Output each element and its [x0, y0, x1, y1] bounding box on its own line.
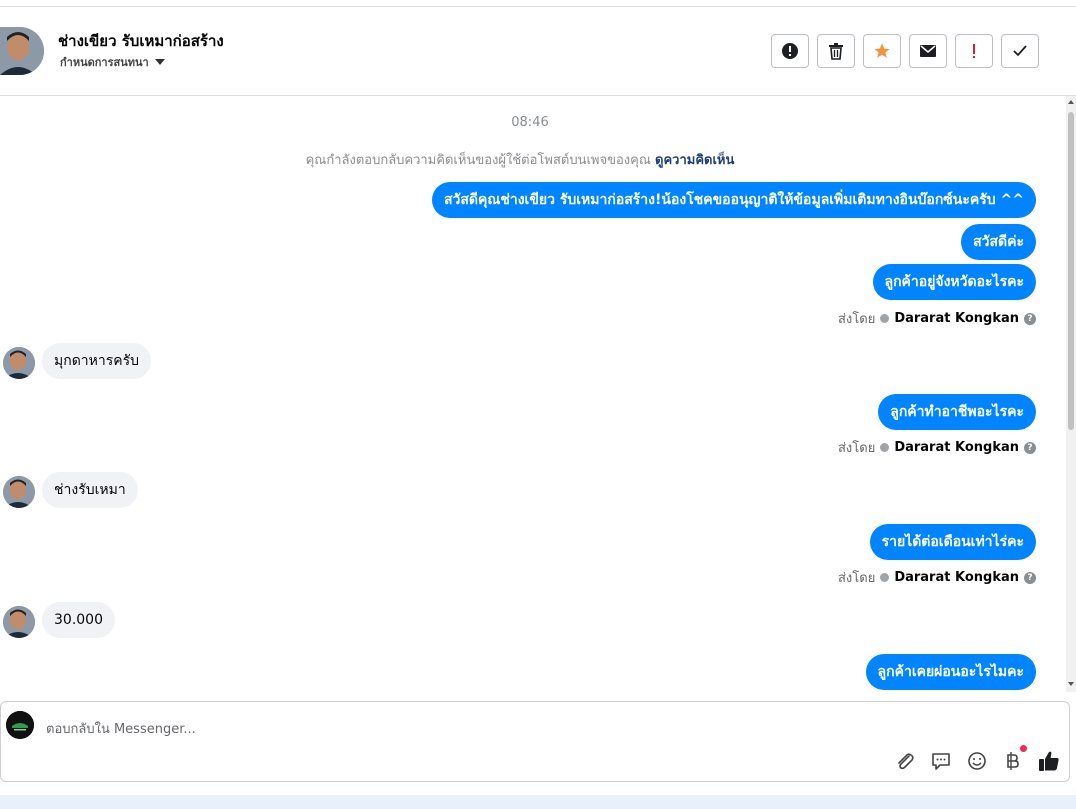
conversation-header: ช่างเขียว รับเหมาก่อสร้าง กำหนดการสนทนา — [0, 7, 1076, 96]
message-timestamp: 08:46 — [511, 115, 549, 130]
contact-avatar-small[interactable] — [3, 347, 35, 379]
help-icon[interactable]: ? — [1024, 312, 1036, 325]
sent-by-info: ส่งโดย Dararat Kongkan ? — [838, 437, 1036, 458]
mark-unread-button[interactable] — [909, 34, 947, 68]
chat-bubble-icon — [932, 753, 950, 770]
message-thread[interactable]: 08:46 คุณกำลังตอบกลับความคิดเห็นของผู้ใช… — [0, 96, 1066, 692]
reply-notice-text: คุณกำลังตอบกลับความคิดเห็นของผู้ใช้ต่อโพ… — [305, 153, 651, 168]
exclamation-icon — [973, 44, 975, 58]
gear-icon — [880, 314, 890, 323]
trash-icon — [829, 43, 843, 60]
bottom-strip — [0, 795, 1076, 809]
star-button[interactable] — [863, 34, 901, 68]
delete-button[interactable] — [817, 34, 855, 68]
spam-button[interactable] — [955, 34, 993, 68]
saved-replies-button[interactable] — [930, 750, 952, 772]
help-icon[interactable]: ? — [1024, 441, 1036, 454]
scroll-down-icon[interactable] — [1068, 682, 1074, 686]
header-actions — [771, 34, 1039, 68]
conversation-settings-dropdown[interactable]: กำหนดการสนทนา — [60, 53, 165, 71]
gear-icon — [880, 573, 890, 582]
chat-scrollbar[interactable] — [1066, 96, 1076, 692]
contact-avatar[interactable] — [0, 27, 44, 75]
contact-avatar-small[interactable] — [3, 476, 35, 508]
baht-icon — [1007, 752, 1019, 770]
sent-by-name: Dararat Kongkan — [894, 570, 1019, 585]
sent-by-label: ส่งโดย — [837, 571, 876, 586]
payment-button[interactable] — [1002, 745, 1027, 772]
sent-by-name: Dararat Kongkan — [894, 440, 1019, 455]
outgoing-message[interactable]: ลูกค้าอยู่จังหวัดอะไรคะ — [872, 264, 1036, 300]
check-icon — [1013, 45, 1027, 57]
page-logo — [6, 711, 34, 739]
conversation-settings-label: กำหนดการสนทนา — [60, 56, 149, 69]
emoji-button[interactable] — [966, 750, 988, 772]
sent-by-info: ส่งโดย Dararat Kongkan ? — [838, 308, 1036, 329]
view-comment-link[interactable]: ดูความคิดเห็น — [655, 153, 734, 168]
report-button[interactable] — [771, 34, 809, 68]
incoming-message[interactable]: 30.000 — [42, 602, 115, 638]
composer-toolbar — [894, 745, 1060, 772]
sent-by-label: ส่งโดย — [837, 441, 876, 456]
contact-avatar-small[interactable] — [3, 606, 35, 638]
exclamation-circle-icon — [782, 43, 798, 59]
scroll-up-icon[interactable] — [1068, 100, 1074, 104]
outgoing-message[interactable]: รายได้ต่อเดือนเท่าไร่คะ — [869, 524, 1036, 560]
incoming-message[interactable]: ช่างรับเหมา — [42, 472, 138, 508]
reply-notice: คุณกำลังตอบกลับความคิดเห็นของผู้ใช้ต่อโพ… — [0, 149, 1040, 170]
incoming-message[interactable]: มุกดาหารครับ — [42, 343, 152, 379]
contact-name[interactable]: ช่างเขียว รับเหมาก่อสร้าง — [58, 29, 224, 53]
scrollbar-thumb[interactable] — [1068, 112, 1074, 430]
star-icon — [874, 43, 890, 58]
outgoing-message[interactable]: สวัสดีค่ะ — [961, 224, 1036, 260]
like-button[interactable] — [1038, 750, 1060, 772]
smiley-icon — [968, 752, 986, 770]
sent-by-label: ส่งโดย — [837, 312, 876, 327]
sent-by-info: ส่งโดย Dararat Kongkan ? — [838, 567, 1036, 588]
outgoing-message[interactable]: ลูกค้าเคยผ่อนอะไรไมคะ — [865, 654, 1036, 690]
outgoing-message[interactable]: สวัสดีคุณช่างเขียว รับเหมาก่อสร้าง!น้องโ… — [431, 182, 1036, 218]
caret-down-icon — [154, 59, 165, 65]
done-button[interactable] — [1001, 34, 1039, 68]
paperclip-icon — [898, 753, 914, 770]
outgoing-message[interactable]: ลูกค้าทำอาชีพอะไรคะ — [878, 394, 1036, 430]
reply-input[interactable]: ตอบกลับใน Messenger... — [46, 718, 196, 739]
thumbs-up-icon — [1039, 751, 1059, 771]
sent-by-name: Dararat Kongkan — [894, 311, 1019, 326]
help-icon[interactable]: ? — [1024, 571, 1036, 584]
notification-dot — [1020, 745, 1027, 752]
envelope-icon — [920, 45, 936, 57]
attach-button[interactable] — [894, 750, 916, 772]
reply-composer: ตอบกลับใน Messenger... — [0, 701, 1070, 782]
gear-icon — [880, 443, 890, 452]
